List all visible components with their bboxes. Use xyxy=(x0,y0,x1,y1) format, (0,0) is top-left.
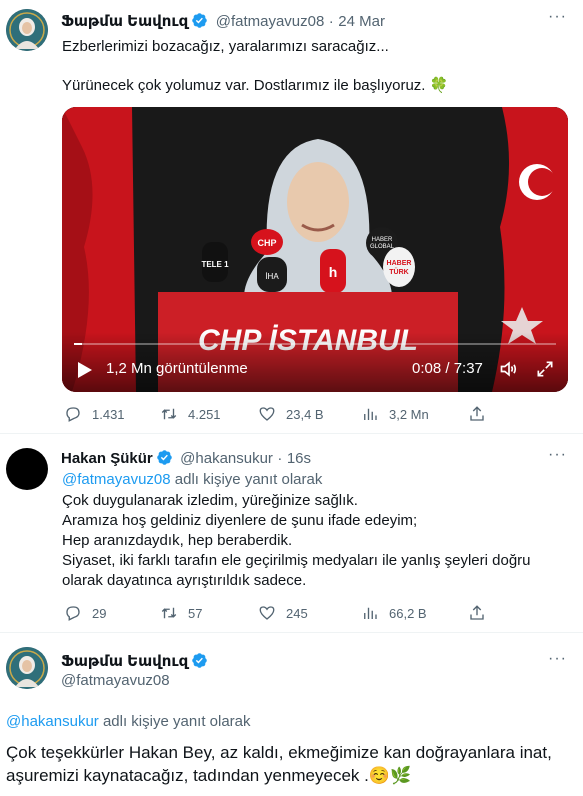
tweet-text-line: Ezberlerimizi bozacağız, yaralarımızı sa… xyxy=(62,38,389,55)
reply-to-link[interactable]: @hakansukur xyxy=(6,713,99,730)
more-options-icon[interactable]: ··· xyxy=(548,446,567,464)
tweet-text-line: Hep aranızdaydık, hep beraberdik. xyxy=(62,532,293,549)
tweet-text-line: Siyaset, iki farklı tarafın ele geçirilm… xyxy=(62,552,531,569)
views-action[interactable]: 3,2 Mn xyxy=(361,405,429,423)
avatar[interactable] xyxy=(6,9,48,51)
views-icon xyxy=(364,408,377,420)
retweet-icon xyxy=(161,607,177,619)
like-action[interactable]: 245 xyxy=(258,604,308,622)
reply-count: 1.431 xyxy=(92,406,125,422)
tweet-text-line: olarak dayatınca ayrıştırıldık sadece. xyxy=(62,572,307,589)
reply-to-label: adlı kişiye yanıt olarak xyxy=(170,471,323,488)
like-count: 245 xyxy=(286,605,308,621)
verified-badge-icon xyxy=(156,450,172,465)
fullscreen-icon[interactable] xyxy=(535,359,555,379)
handle[interactable]: @fatmayavuz08 xyxy=(61,672,170,689)
retweet-action[interactable]: 4.251 xyxy=(160,405,221,423)
share-action[interactable] xyxy=(468,604,486,622)
reply-icon xyxy=(66,407,80,422)
video-progress-track[interactable] xyxy=(74,343,556,345)
tweet-fatma-1[interactable]: Ֆաթմա Եավուզ @fatmayavuz08 · 24 Mar ··· … xyxy=(0,0,583,432)
display-name[interactable]: Hakan Şükür xyxy=(61,450,153,467)
retweet-action[interactable]: 57 xyxy=(160,604,202,622)
views-icon xyxy=(364,607,377,619)
svg-text:TÜRK: TÜRK xyxy=(389,267,408,276)
timestamp[interactable]: 16s xyxy=(287,450,311,467)
tweet-text-line: Yürünecek çok yolumuz var. Dostlarımız i… xyxy=(62,77,449,94)
video-player[interactable]: TELE 1 CHP İHA h HABER GLOBAL HABER TÜRK… xyxy=(62,107,568,392)
reply-action[interactable]: 29 xyxy=(64,604,106,622)
views-action[interactable]: 66,2 B xyxy=(361,604,427,622)
view-count: 66,2 B xyxy=(389,605,427,621)
heart-icon xyxy=(259,407,275,421)
verified-badge-icon xyxy=(192,13,208,28)
retweet-count: 4.251 xyxy=(188,406,221,422)
play-icon[interactable] xyxy=(77,361,93,379)
tweet-text-line: Aramıza hoş geldiniz diyenlere de şunu i… xyxy=(62,512,418,529)
svg-text:İHA: İHA xyxy=(265,272,279,281)
tweet-fatma-reply[interactable]: Ֆաթմա Եավուզ @fatmayavuz08 ··· @hakansuk… xyxy=(0,633,583,796)
like-action[interactable]: 23,4 B xyxy=(258,405,324,423)
display-name[interactable]: Ֆաթմա Եավուզ xyxy=(61,653,188,670)
reply-to-link[interactable]: @fatmayavuz08 xyxy=(62,471,171,488)
display-name[interactable]: Ֆաթմա Եավուզ xyxy=(61,13,188,30)
like-count: 23,4 B xyxy=(286,406,324,422)
video-time: 0:08 / 7:37 xyxy=(412,360,483,377)
svg-text:HABER: HABER xyxy=(372,237,393,243)
retweet-icon xyxy=(161,408,177,420)
video-view-count: 1,2 Mn görüntülenme xyxy=(106,360,248,377)
avatar-image xyxy=(6,647,48,689)
tweet-text-line: aşuremizi kaynatacağız, tadından yenmeye… xyxy=(6,766,412,785)
reply-icon xyxy=(66,606,80,621)
svg-text:HABER: HABER xyxy=(387,260,412,267)
avatar-image xyxy=(6,9,48,51)
verified-badge-icon xyxy=(192,653,208,668)
svg-text:GLOBAL: GLOBAL xyxy=(370,244,395,250)
retweet-count: 57 xyxy=(188,605,203,621)
heart-icon xyxy=(259,606,275,620)
timestamp[interactable]: 24 Mar xyxy=(338,13,385,30)
avatar[interactable] xyxy=(6,448,48,490)
svg-text:h: h xyxy=(329,264,338,280)
more-options-icon[interactable]: ··· xyxy=(548,650,567,668)
share-icon xyxy=(470,605,484,620)
svg-text:CHP: CHP xyxy=(257,238,276,248)
volume-icon[interactable] xyxy=(499,359,519,379)
reply-to-label: adlı kişiye yanıt olarak xyxy=(98,713,251,730)
avatar[interactable] xyxy=(6,647,48,689)
svg-text:TELE 1: TELE 1 xyxy=(201,260,229,269)
tweet-text-line: Çok duygulanarak izledim, yüreğinize sağ… xyxy=(62,492,358,509)
video-progress-fill xyxy=(74,343,83,345)
tweet-text-line: Çok teşekkürler Hakan Bey, az kaldı, ekm… xyxy=(6,743,552,762)
separator: · xyxy=(328,13,334,30)
more-options-icon[interactable]: ··· xyxy=(548,8,567,26)
handle[interactable]: @fatmayavuz08 xyxy=(216,13,325,30)
view-count: 3,2 Mn xyxy=(389,406,429,422)
share-icon xyxy=(470,406,484,421)
separator: · xyxy=(277,450,283,467)
tweet-hakan[interactable]: Hakan Şükür @hakansukur · 16s ··· @fatma… xyxy=(0,434,583,632)
reply-action[interactable]: 1.431 xyxy=(64,405,125,423)
handle[interactable]: @hakansukur xyxy=(180,450,273,467)
reply-count: 29 xyxy=(92,605,107,621)
share-action[interactable] xyxy=(468,405,486,423)
